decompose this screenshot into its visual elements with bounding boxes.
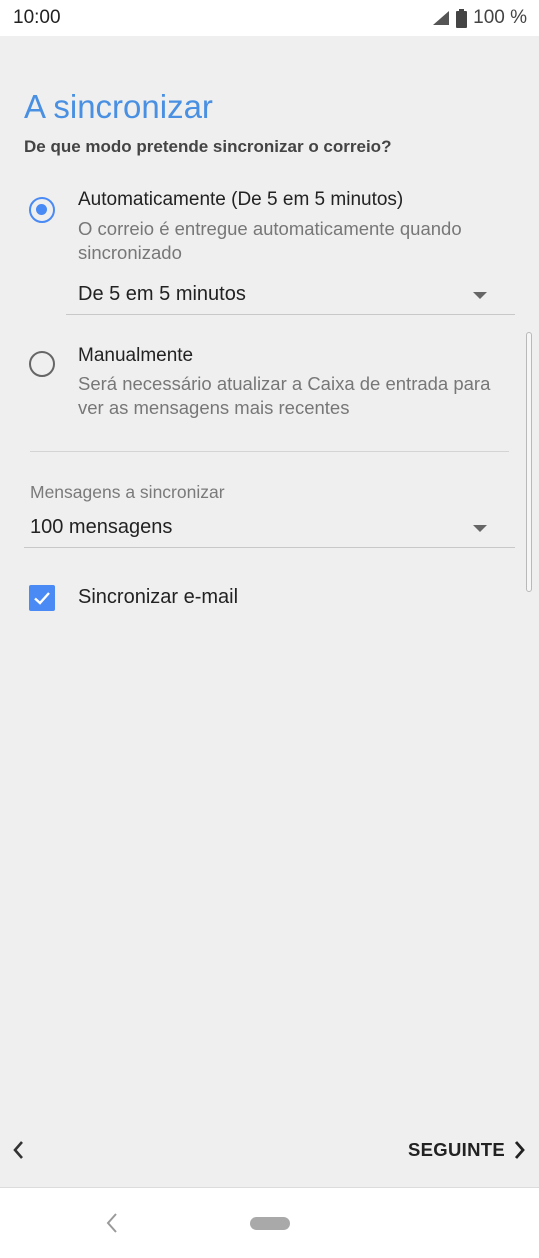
option-manual-title[interactable]: Manualmente xyxy=(78,345,193,367)
signal-icon xyxy=(433,11,450,25)
status-time: 10:00 xyxy=(13,7,61,28)
messages-dropdown[interactable]: 100 mensagens xyxy=(24,512,515,548)
check-icon xyxy=(34,592,50,605)
chevron-down-icon xyxy=(473,292,487,299)
chevron-right-icon xyxy=(514,1141,525,1159)
divider xyxy=(30,451,509,452)
option-automatic-description: O correio é entregue automaticamente qua… xyxy=(78,218,462,263)
sync-email-checkbox[interactable] xyxy=(29,585,55,611)
option-manual-description: Será necessário atualizar a Caixa de ent… xyxy=(78,373,491,418)
page-subtitle: De que modo pretende sincronizar o corre… xyxy=(24,137,392,156)
navigation-bar xyxy=(0,1187,539,1258)
back-button[interactable] xyxy=(10,1139,26,1166)
option-automatic-title[interactable]: Automaticamente (De 5 em 5 minutos) xyxy=(78,189,403,211)
nav-back-icon[interactable] xyxy=(104,1211,120,1235)
status-icons: 100 % xyxy=(432,7,527,29)
chevron-left-icon xyxy=(13,1141,23,1159)
next-button[interactable]: SEGUINTE xyxy=(408,1139,527,1161)
radio-manual[interactable] xyxy=(29,351,55,377)
interval-dropdown-value: De 5 em 5 minutos xyxy=(78,283,246,305)
sync-email-label[interactable]: Sincronizar e-mail xyxy=(78,586,238,609)
battery-icon xyxy=(456,8,468,28)
chevron-down-icon xyxy=(473,525,487,532)
scrollbar[interactable] xyxy=(526,332,532,592)
messages-label: Mensagens a sincronizar xyxy=(30,482,225,502)
home-pill-button[interactable] xyxy=(250,1217,290,1230)
page-title: A sincronizar xyxy=(24,88,213,125)
radio-automatic[interactable] xyxy=(29,197,55,223)
screen: 10:00 100 % A sincronizar De que modo pr… xyxy=(0,0,539,1258)
battery-level: 100 % xyxy=(473,7,527,28)
next-button-label: SEGUINTE xyxy=(408,1139,505,1160)
messages-dropdown-value: 100 mensagens xyxy=(30,516,173,538)
interval-dropdown[interactable]: De 5 em 5 minutos xyxy=(66,279,515,315)
status-bar: 10:00 100 % xyxy=(0,0,539,36)
